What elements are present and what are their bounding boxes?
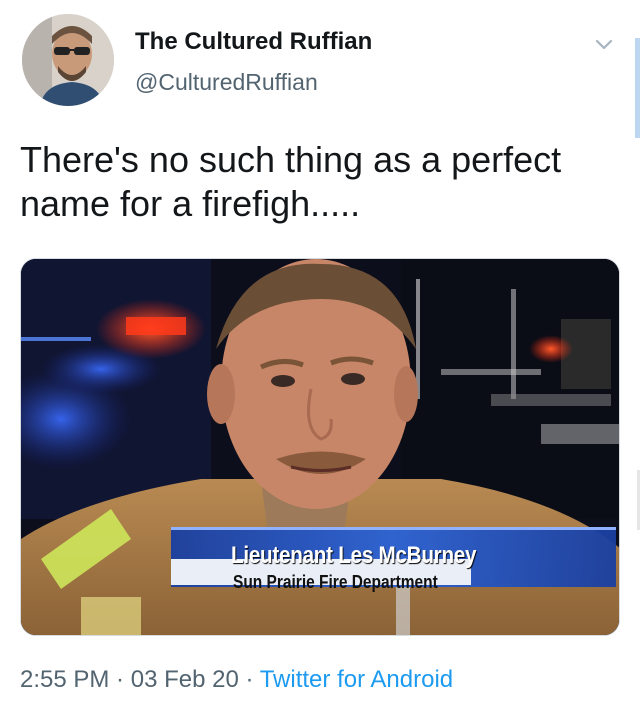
tweet-media[interactable]: Lieutenant Les McBurney Sun Prairie Fire… (20, 258, 620, 636)
lower-third-name: Lieutenant Les McBurney (231, 542, 477, 569)
lower-third-department: Sun Prairie Fire Department (233, 572, 438, 592)
meta-separator: · (109, 666, 131, 693)
user-handle[interactable]: @CulturedRuffian (135, 69, 318, 96)
tweet-text: There's no such thing as a perfect name … (20, 139, 562, 224)
display-name[interactable]: The Cultured Ruffian (135, 28, 372, 56)
tweet-meta: 2:55 PM · 03 Feb 20 · Twitter for Androi… (20, 666, 453, 694)
tweet-source-link[interactable]: Twitter for Android (260, 666, 453, 693)
meta-separator: · (238, 666, 260, 693)
scrollbar-accent (635, 38, 640, 138)
tweet-header: The Cultured Ruffian @CulturedRuffian (20, 12, 620, 112)
tweet-time[interactable]: 2:55 PM (20, 666, 109, 693)
avatar[interactable] (22, 14, 114, 106)
chevron-down-icon[interactable] (592, 32, 616, 56)
avatar-photo-icon (22, 14, 114, 106)
tweet-date[interactable]: 03 Feb 20 (131, 666, 239, 693)
